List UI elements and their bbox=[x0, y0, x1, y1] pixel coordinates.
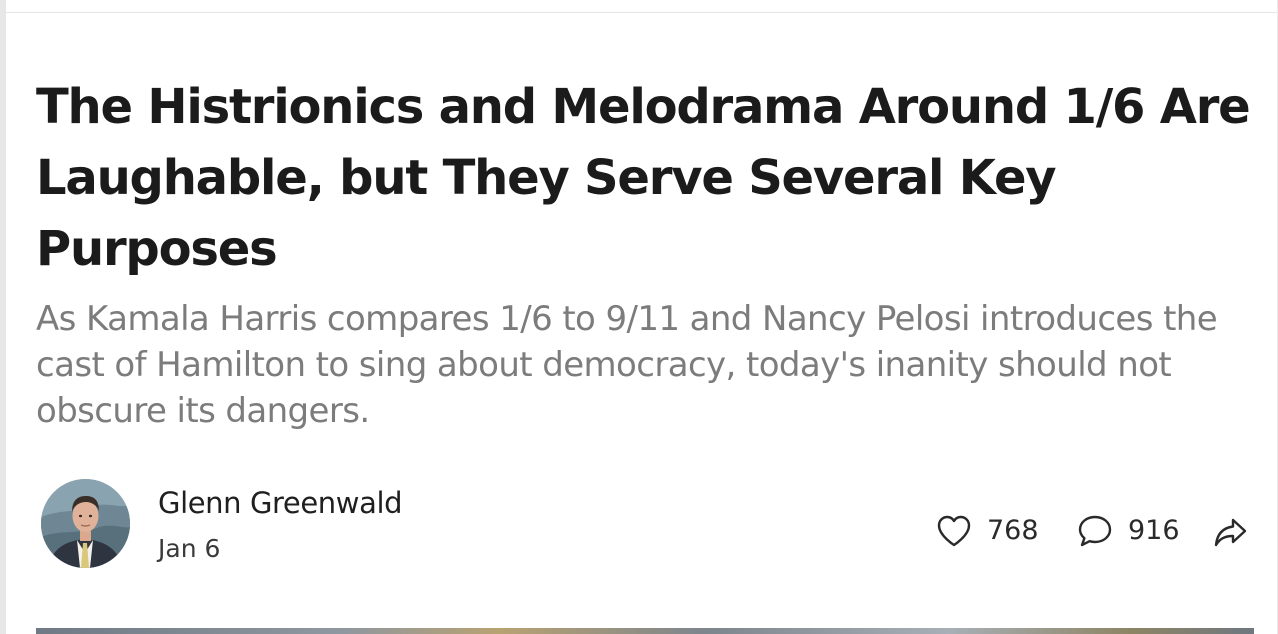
comment-button[interactable]: 916 bbox=[1076, 510, 1180, 552]
author-name[interactable]: Glenn Greenwald bbox=[158, 485, 403, 521]
author-photo bbox=[41, 479, 130, 568]
post-subtitle: As Kamala Harris compares 1/6 to 9/11 an… bbox=[36, 299, 1218, 431]
top-divider bbox=[6, 12, 1278, 13]
share-arrow-icon[interactable] bbox=[1213, 512, 1249, 550]
heart-icon[interactable] bbox=[935, 512, 973, 550]
share-button[interactable] bbox=[1213, 510, 1249, 552]
post-date: Jan 6 bbox=[158, 534, 221, 563]
comment-count: 916 bbox=[1128, 515, 1180, 546]
window-left-edge bbox=[0, 0, 6, 634]
post-title: The Histrionics and Melodrama Around 1/6… bbox=[36, 79, 1251, 277]
like-count: 768 bbox=[987, 515, 1039, 546]
author-avatar[interactable] bbox=[41, 479, 130, 568]
comment-bubble-icon[interactable] bbox=[1076, 512, 1114, 550]
hero-image bbox=[36, 628, 1254, 634]
like-button[interactable]: 768 bbox=[935, 510, 1039, 552]
article-page: The Histrionics and Melodrama Around 1/6… bbox=[0, 0, 1278, 634]
